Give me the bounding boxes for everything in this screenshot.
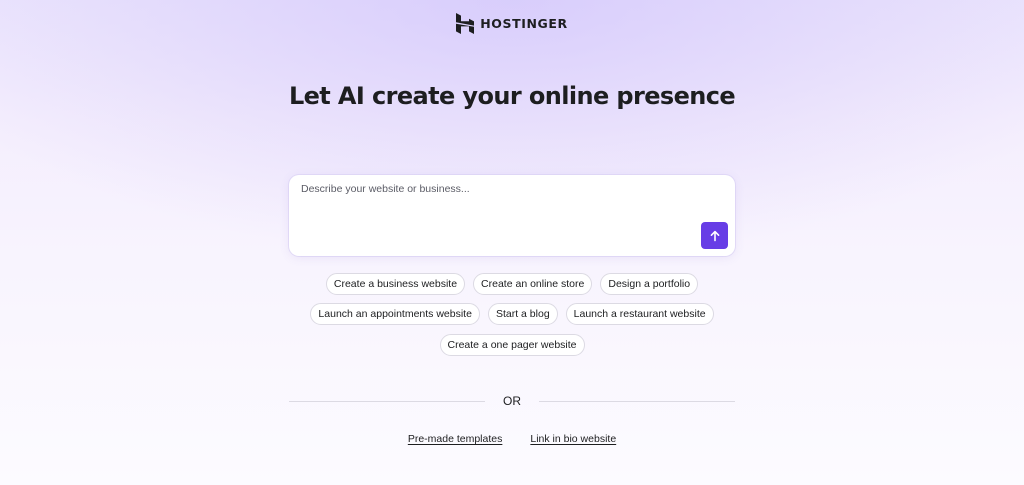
suggestion-chip-online-store[interactable]: Create an online store: [473, 273, 593, 295]
hostinger-logo-icon: [456, 13, 475, 34]
brand-name: HOSTINGER: [480, 16, 568, 31]
suggestion-chip-restaurant-website[interactable]: Launch a restaurant website: [565, 303, 714, 325]
suggestion-chip-blog[interactable]: Start a blog: [487, 303, 558, 325]
prompt-box: [289, 175, 735, 256]
suggestion-row-1: Create a business website Create an onli…: [0, 273, 1024, 295]
suggestion-row-2: Launch an appointments website Start a b…: [0, 303, 1024, 325]
page-title: Let AI create your online presence: [288, 82, 736, 110]
divider-line-right: [539, 401, 735, 402]
website-description-input[interactable]: [299, 181, 703, 225]
suggestion-chip-business-website[interactable]: Create a business website: [325, 273, 466, 295]
divider-line-left: [289, 401, 485, 402]
suggestion-chip-appointments-website[interactable]: Launch an appointments website: [310, 303, 480, 325]
arrow-up-icon: [710, 230, 719, 241]
premade-templates-link[interactable]: Pre-made templates: [408, 433, 503, 445]
send-button[interactable]: [701, 222, 728, 249]
link-in-bio-website-link[interactable]: Link in bio website: [530, 433, 616, 445]
divider-text: OR: [503, 394, 521, 408]
alternative-links: Pre-made templates Link in bio website: [0, 433, 1024, 445]
suggestion-row-3: Create a one pager website: [0, 334, 1024, 356]
suggestion-chip-portfolio[interactable]: Design a portfolio: [600, 273, 699, 295]
or-divider: OR: [289, 393, 735, 409]
brand-logo[interactable]: HOSTINGER: [0, 13, 1024, 34]
suggestion-chip-one-pager-website[interactable]: Create a one pager website: [439, 334, 585, 356]
